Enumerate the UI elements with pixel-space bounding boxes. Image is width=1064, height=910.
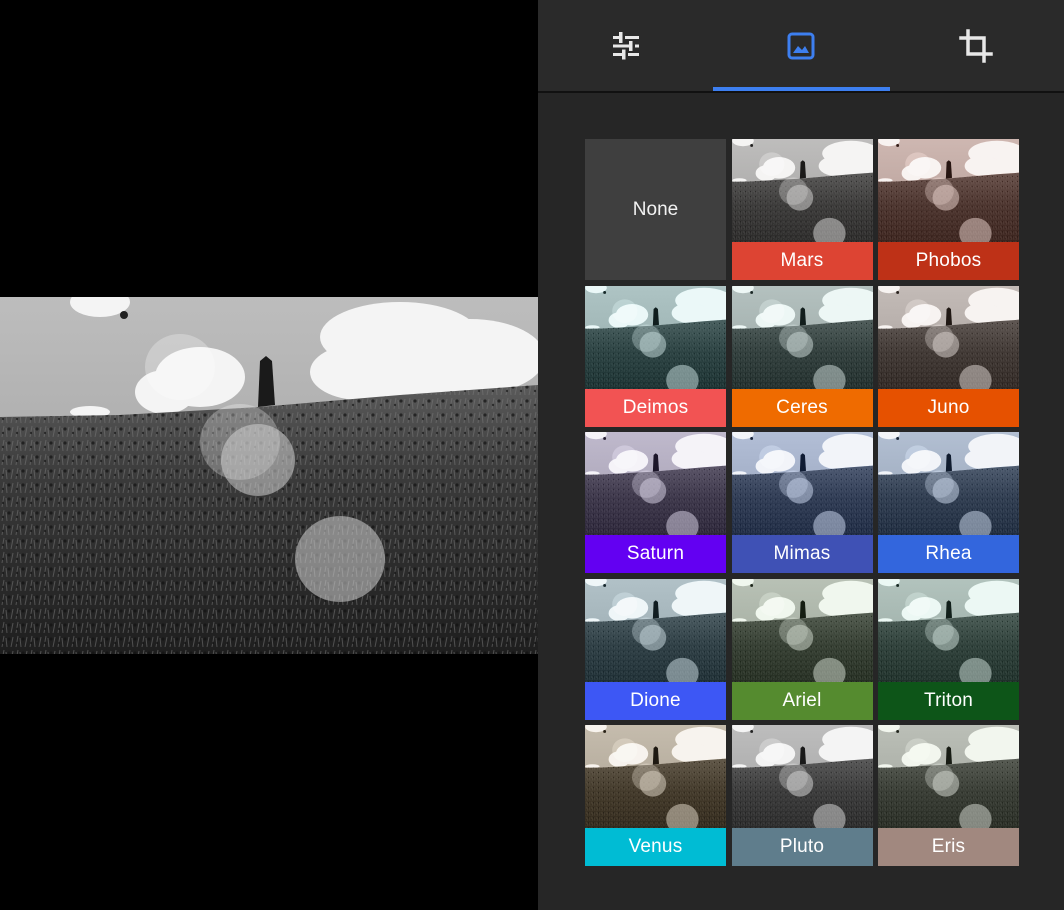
filter-label: Mimas: [731, 535, 873, 573]
filter-label: Deimos: [585, 389, 726, 427]
filter-label: Ceres: [731, 389, 873, 427]
filter-tile-venus[interactable]: Venus: [585, 725, 726, 866]
filter-tile-rhea[interactable]: Rhea: [878, 432, 1019, 573]
filter-tile-ariel[interactable]: Ariel: [731, 579, 873, 720]
filter-label: Ariel: [731, 682, 873, 720]
filter-label: Dione: [585, 682, 726, 720]
tab-adjustments[interactable]: [538, 0, 714, 91]
filter-tile-eris[interactable]: Eris: [878, 725, 1019, 866]
filter-tile-juno[interactable]: Juno: [878, 286, 1019, 427]
filter-label: Pluto: [731, 828, 873, 866]
filter-preview-thumbnail: [878, 139, 1019, 242]
filter-tile-deimos[interactable]: Deimos: [585, 286, 726, 427]
filter-tile-none[interactable]: None: [585, 139, 726, 280]
filter-tile-ceres[interactable]: Ceres: [731, 286, 873, 427]
crop-icon: [959, 28, 993, 63]
adjust-sliders-icon: [613, 31, 639, 59]
filters-panel: None Mars Phobos Deimos Ceres Juno Saturn Mima…: [538, 0, 1064, 910]
filter-label: None: [632, 198, 679, 220]
filter-label: Phobos: [878, 242, 1019, 280]
filter-preview-thumbnail: [878, 725, 1019, 828]
filter-label: Rhea: [878, 535, 1019, 573]
filter-preview-thumbnail: [731, 432, 873, 535]
image-filter-icon: [787, 32, 815, 59]
filter-preview-thumbnail: [585, 432, 726, 535]
filter-preview-thumbnail: [878, 286, 1019, 389]
filter-label: Venus: [585, 828, 726, 866]
filter-label: Eris: [878, 828, 1019, 866]
tab-filters[interactable]: [713, 0, 889, 91]
filter-label: Juno: [878, 389, 1019, 427]
filter-label: Saturn: [585, 535, 726, 573]
photo-editor: None Mars Phobos Deimos Ceres Juno Saturn Mima…: [0, 0, 1064, 910]
filter-preview-thumbnail: [731, 725, 873, 828]
filter-preview-thumbnail: [585, 725, 726, 828]
filter-tile-pluto[interactable]: Pluto: [731, 725, 873, 866]
active-tab-indicator: [713, 87, 890, 91]
filter-tile-phobos[interactable]: Phobos: [878, 139, 1019, 280]
filter-tile-mimas[interactable]: Mimas: [731, 432, 873, 573]
filter-preview-thumbnail: [731, 579, 873, 682]
filter-tile-dione[interactable]: Dione: [585, 579, 726, 720]
editor-tab-bar: [538, 0, 1064, 93]
filter-preview-thumbnail: [878, 579, 1019, 682]
tab-crop[interactable]: [888, 0, 1064, 91]
filter-preview-thumbnail: [878, 432, 1019, 535]
filter-tile-mars[interactable]: Mars: [731, 139, 873, 280]
filter-preview-thumbnail: [585, 579, 726, 682]
filter-label: Triton: [878, 682, 1019, 720]
filter-preview-thumbnail: [731, 286, 873, 389]
filter-tile-saturn[interactable]: Saturn: [585, 432, 726, 573]
photo-preview-pane: [0, 0, 538, 910]
filter-label: Mars: [731, 242, 873, 280]
filter-tile-triton[interactable]: Triton: [878, 579, 1019, 720]
edited-photo: [0, 297, 538, 654]
filter-preview-thumbnail: [585, 286, 726, 389]
filter-preview-thumbnail: [731, 139, 873, 242]
